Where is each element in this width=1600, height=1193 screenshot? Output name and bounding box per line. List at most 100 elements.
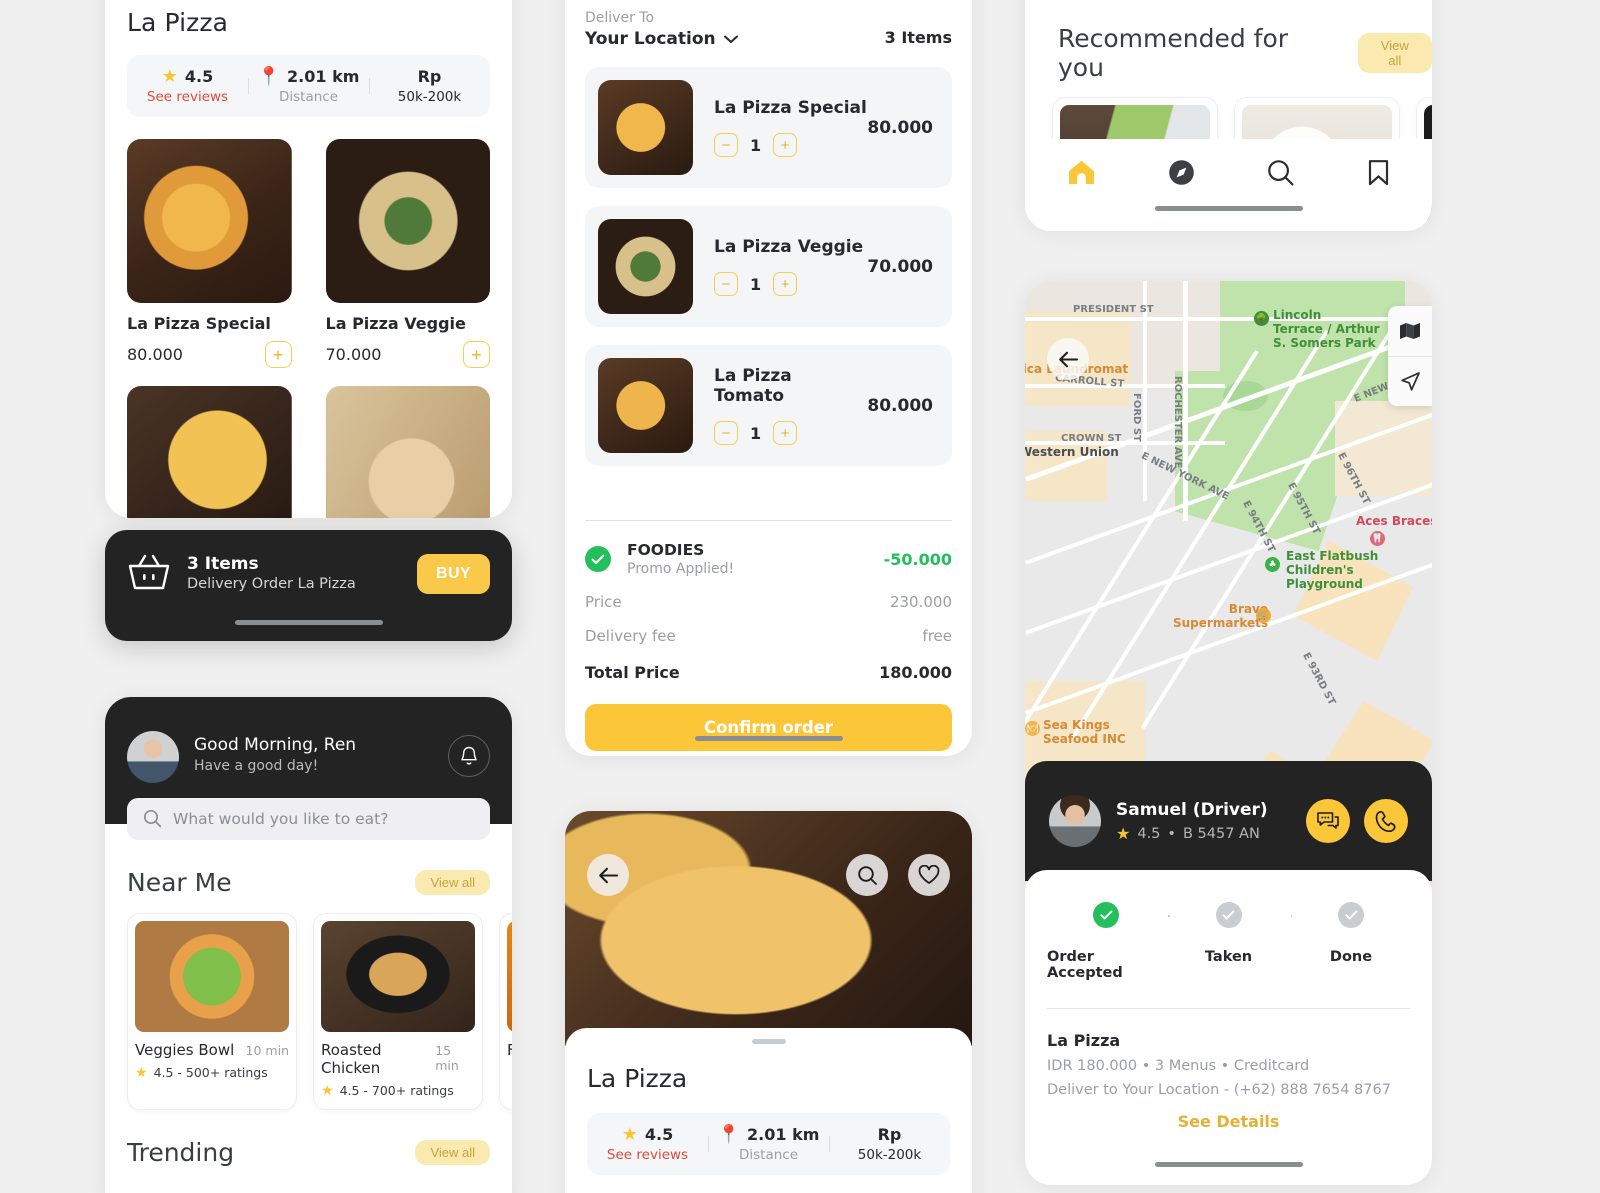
- add-item-button[interactable]: +: [463, 341, 490, 368]
- check-icon: [1093, 902, 1119, 928]
- home-screen: Good Morning, Ren Have a good day! Near …: [105, 697, 512, 1193]
- map-poi-label: East Flatbush Children's Playground: [1286, 549, 1379, 591]
- cart-row: La Pizza Veggie − 1 + 70.000: [585, 206, 952, 327]
- section-header-trending: Trending View all: [127, 1138, 490, 1167]
- map-layers-button[interactable]: [1388, 306, 1432, 356]
- distance-label: Distance: [278, 89, 339, 105]
- see-reviews-link[interactable]: See reviews: [607, 1147, 688, 1163]
- cart-item-thumbnail: [598, 358, 693, 453]
- search-input[interactable]: [127, 798, 490, 840]
- search-button[interactable]: [846, 854, 888, 896]
- quantity-value: 1: [750, 423, 762, 443]
- cart-row: La Pizza Special − 1 + 80.000: [585, 67, 952, 188]
- map-poi-icon: 🦷: [1370, 531, 1385, 546]
- star-icon: ★: [621, 1123, 638, 1145]
- map-back-button[interactable]: [1047, 338, 1089, 380]
- menu-thumbnail: [127, 139, 292, 303]
- stat-rating[interactable]: ★ 4.5 See reviews: [587, 1125, 708, 1163]
- order-summary: FOODIES Promo Applied! -50.000 Price 230…: [585, 520, 952, 751]
- near-me-time: 10 min: [245, 1043, 289, 1058]
- total-label: Total Price: [585, 663, 680, 682]
- chat-driver-button[interactable]: [1306, 799, 1350, 843]
- menu-thumbnail[interactable]: [325, 386, 490, 518]
- section-header-near-me: Near Me View all: [127, 868, 490, 897]
- heart-icon: [918, 865, 940, 884]
- rating-value: 4.5: [184, 67, 214, 86]
- call-driver-button[interactable]: [1364, 799, 1408, 843]
- near-me-thumbnail: [135, 921, 289, 1032]
- section-title: Near Me: [127, 868, 232, 897]
- buy-button[interactable]: BUY: [417, 554, 490, 594]
- see-reviews-link[interactable]: See reviews: [147, 89, 228, 105]
- increase-quantity-button[interactable]: +: [773, 421, 798, 445]
- tab-search[interactable]: [1267, 159, 1295, 191]
- map-street-label: PRESIDENT ST: [1073, 304, 1154, 315]
- menu-card[interactable]: La Pizza Veggie 70.000 +: [325, 139, 490, 368]
- stat-distance: 📍 2.01 km Distance: [708, 1125, 829, 1163]
- navigate-button[interactable]: [1388, 356, 1432, 406]
- promo-row[interactable]: FOODIES Promo Applied! -50.000: [585, 541, 952, 577]
- menu-price: 80.000: [127, 345, 183, 364]
- menu-thumbnail[interactable]: [127, 386, 292, 518]
- cart-item-name: La Pizza Tomato: [714, 366, 792, 406]
- near-me-rating: 4.5 - 500+ ratings: [153, 1065, 268, 1080]
- home-icon: [1069, 160, 1094, 184]
- summary-row-delivery: Delivery fee free: [585, 627, 952, 645]
- near-me-thumbnail: [321, 921, 475, 1032]
- map-layers-icon: [1400, 323, 1420, 339]
- rating-value: 4.5: [644, 1125, 674, 1144]
- increase-quantity-button[interactable]: +: [773, 133, 798, 157]
- add-item-button[interactable]: +: [264, 341, 292, 368]
- restaurant-screen: La Pizza ★ 4.5 See reviews 📍 2.01 km Dis…: [105, 0, 512, 518]
- list-item[interactable]: Veggies Bowl 10 min ★ 4.5 - 500+ ratings: [127, 913, 297, 1110]
- home-indicator: [1154, 1162, 1303, 1167]
- search-container: [127, 798, 490, 840]
- favorite-button[interactable]: [908, 854, 950, 896]
- search-icon: [857, 865, 877, 885]
- cart-item-thumbnail: [598, 80, 693, 175]
- detail-bottom-sheet: La Pizza ★ 4.5 See reviews 📍 2.01 km Dis…: [565, 1028, 972, 1193]
- stat-distance: 📍 2.01 km Distance: [248, 67, 369, 105]
- order-delivery-line: Deliver to Your Location - (+62) 888 765…: [1047, 1082, 1391, 1098]
- tab-home[interactable]: [1067, 159, 1096, 190]
- star-icon: ★: [1116, 824, 1131, 843]
- decrease-quantity-button[interactable]: −: [714, 421, 738, 445]
- tab-explore[interactable]: [1168, 159, 1195, 190]
- near-me-name: F: [507, 1041, 512, 1059]
- notification-button[interactable]: [448, 735, 490, 777]
- cart-item-price: 80.000: [867, 395, 933, 416]
- decrease-quantity-button[interactable]: −: [714, 133, 738, 157]
- section-title: Recommended for you: [1058, 24, 1289, 82]
- cart-item-count: 3 Items: [187, 554, 259, 574]
- total-value: 180.000: [879, 663, 952, 682]
- menu-grid: La Pizza Special 80.000 + La Pizza Veggi…: [127, 139, 490, 518]
- tab-bookmarks[interactable]: [1367, 159, 1390, 190]
- see-details-link[interactable]: See Details: [1047, 1112, 1410, 1131]
- stat-rating[interactable]: ★ 4.5 See reviews: [127, 67, 248, 105]
- view-all-button[interactable]: View all: [1357, 33, 1432, 73]
- cart-item-name: La Pizza Veggie: [714, 237, 864, 257]
- confirm-order-button[interactable]: Confirm order: [585, 704, 952, 751]
- list-item[interactable]: Roasted Chicken 15 min ★ 4.5 - 700+ rati…: [313, 913, 483, 1110]
- near-me-time: 15 min: [435, 1043, 459, 1073]
- view-all-button[interactable]: View all: [415, 1140, 490, 1165]
- order-status-sheet: Order Accepted Taken Done La Pizza IDR 1…: [1025, 870, 1432, 1185]
- list-item[interactable]: F: [499, 913, 512, 1110]
- deliver-to-selector[interactable]: Your Location: [585, 29, 738, 49]
- menu-card[interactable]: La Pizza Special 80.000 +: [127, 139, 292, 368]
- section-title: Trending: [127, 1138, 235, 1167]
- detail-stat-bar: ★ 4.5 See reviews 📍 2.01 km Distance Rp …: [587, 1113, 950, 1175]
- view-all-button[interactable]: View all: [415, 870, 490, 895]
- home-indicator: [1154, 206, 1303, 211]
- step-label: Done: [1329, 949, 1373, 965]
- summary-label: Price: [585, 593, 622, 611]
- search-icon: [143, 809, 162, 828]
- floating-cart-bar[interactable]: 3 Items Delivery Order La Pizza BUY: [105, 530, 512, 641]
- summary-value: free: [922, 627, 952, 645]
- decrease-quantity-button[interactable]: −: [714, 272, 738, 296]
- back-button[interactable]: [587, 854, 629, 896]
- sheet-grab-handle[interactable]: [751, 1039, 786, 1044]
- increase-quantity-button[interactable]: +: [773, 272, 798, 296]
- phone-icon: [1375, 810, 1396, 832]
- search-icon: [1268, 160, 1294, 186]
